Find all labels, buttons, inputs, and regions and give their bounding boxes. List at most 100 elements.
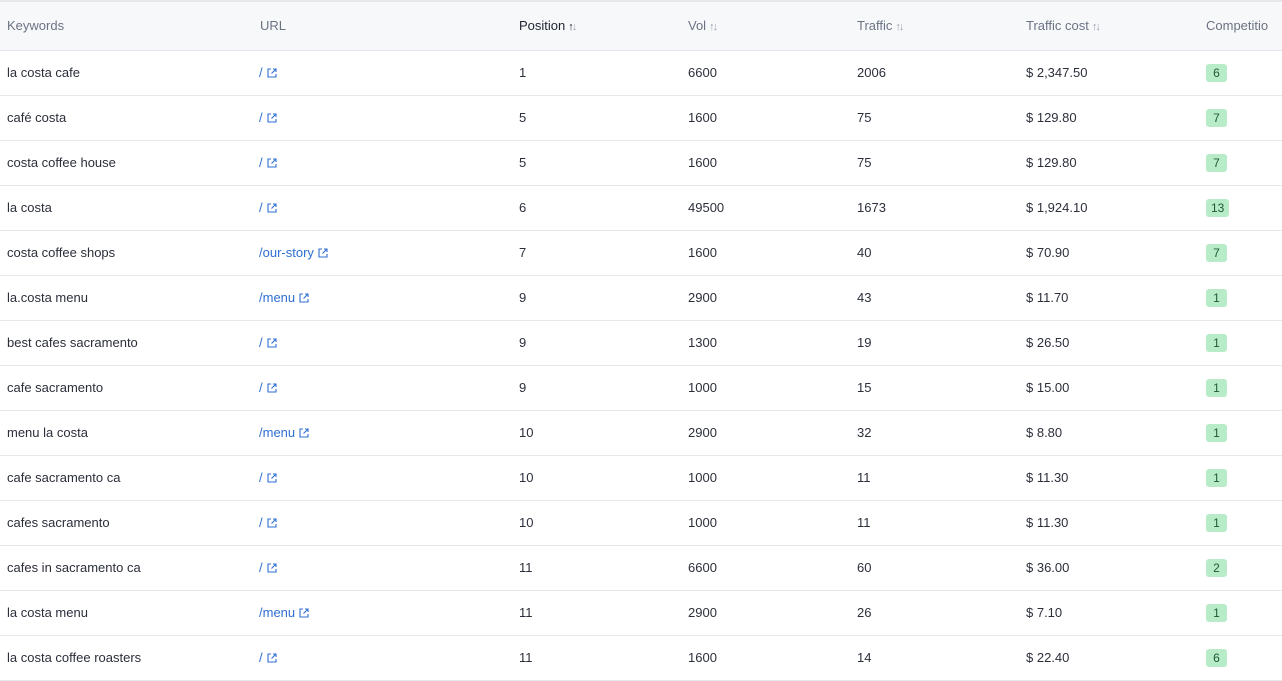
url-link[interactable]: /: [259, 65, 277, 80]
traffic-value: 75: [857, 155, 872, 170]
url-text: /: [259, 65, 263, 80]
url-link[interactable]: /: [259, 650, 277, 665]
external-link-icon[interactable]: [299, 427, 309, 438]
competition-cell: 1: [1199, 500, 1282, 546]
keyword-text: la.costa menu: [7, 290, 88, 305]
header-url[interactable]: URL: [253, 2, 512, 51]
url-cell: /menu: [253, 590, 512, 636]
traffic-cost-cell: $ 22.40: [1019, 635, 1199, 681]
url-text: /menu: [259, 425, 296, 440]
position-value: 11: [519, 650, 533, 665]
sort-icon[interactable]: ↑↓: [1092, 21, 1101, 33]
traffic-value: 11: [857, 470, 871, 485]
vol-cell: 1600: [681, 95, 850, 141]
vol-cell: 2900: [681, 410, 850, 456]
header-vol[interactable]: Vol ↑↓: [681, 2, 850, 51]
competition-badge: 6: [1206, 648, 1227, 667]
traffic-cost-value: $ 11.30: [1026, 470, 1069, 485]
external-link-icon[interactable]: [267, 517, 277, 528]
traffic-cell: 40: [850, 230, 1019, 276]
external-link-icon[interactable]: [267, 337, 277, 348]
traffic-cost-value: $ 70.90: [1026, 245, 1070, 260]
traffic-value: 32: [857, 425, 872, 440]
external-link-icon[interactable]: [267, 67, 277, 78]
external-link-icon[interactable]: [267, 472, 277, 483]
header-keywords[interactable]: Keywords: [0, 2, 253, 51]
url-text: /: [259, 560, 263, 575]
url-cell: /: [253, 500, 512, 546]
header-traffic-cost[interactable]: Traffic cost ↑↓: [1019, 2, 1199, 51]
keyword-text: costa coffee house: [7, 155, 116, 170]
traffic-cost-value: $ 2,347.50: [1026, 65, 1088, 80]
url-link[interactable]: /: [259, 560, 277, 575]
header-position-label: Position: [519, 18, 566, 34]
header-competition[interactable]: Competitio: [1199, 2, 1282, 51]
url-link[interactable]: /: [259, 515, 277, 530]
url-link[interactable]: /: [259, 110, 277, 125]
vol-cell: 1600: [681, 140, 850, 186]
position-value: 11: [519, 605, 533, 620]
position-cell: 11: [512, 590, 681, 636]
external-link-icon[interactable]: [318, 247, 328, 258]
keyword-cell: cafes sacramento: [0, 500, 253, 546]
sort-ascending-icon[interactable]: ↑↓: [568, 21, 577, 33]
external-link-icon[interactable]: [267, 202, 277, 213]
table-row: la costa coffee roasters / 11 1600 14 $ …: [0, 635, 1282, 681]
external-link-icon[interactable]: [299, 607, 309, 618]
traffic-cost-value: $ 129.80: [1026, 110, 1077, 125]
competition-cell: 1: [1199, 365, 1282, 411]
traffic-cost-cell: $ 26.50: [1019, 320, 1199, 366]
traffic-cost-value: $ 8.80: [1026, 425, 1063, 440]
keyword-cell: cafe sacramento: [0, 365, 253, 411]
header-traffic[interactable]: Traffic ↑↓: [850, 2, 1019, 51]
position-cell: 6: [512, 185, 681, 231]
url-link[interactable]: /: [259, 380, 277, 395]
external-link-icon[interactable]: [267, 652, 277, 663]
position-cell: 5: [512, 140, 681, 186]
traffic-cell: 11: [850, 500, 1019, 546]
traffic-cost-value: $ 1,924.10: [1026, 200, 1088, 215]
sort-icon[interactable]: ↑↓: [709, 21, 718, 33]
external-link-icon[interactable]: [267, 382, 277, 393]
url-text: /: [259, 650, 263, 665]
competition-cell: 2: [1199, 545, 1282, 591]
url-link[interactable]: /menu: [259, 605, 309, 620]
external-link-icon[interactable]: [267, 562, 277, 573]
url-link[interactable]: /: [259, 470, 277, 485]
competition-badge: 6: [1206, 63, 1227, 82]
external-link-icon[interactable]: [267, 157, 277, 168]
vol-value: 1000: [688, 380, 717, 395]
traffic-cost-value: $ 15.00: [1026, 380, 1070, 395]
traffic-cost-cell: $ 7.10: [1019, 590, 1199, 636]
url-link[interactable]: /menu: [259, 425, 309, 440]
header-position[interactable]: Position ↑↓: [512, 2, 681, 51]
competition-cell: 6: [1199, 635, 1282, 681]
traffic-cost-cell: $ 1,924.10: [1019, 185, 1199, 231]
vol-value: 1600: [688, 650, 717, 665]
traffic-value: 15: [857, 380, 872, 395]
header-traffic-cost-label: Traffic cost: [1026, 18, 1089, 34]
competition-badge: 13: [1206, 198, 1230, 217]
external-link-icon[interactable]: [267, 112, 277, 123]
url-link[interactable]: /: [259, 335, 277, 350]
table-row: costa coffee house / 5 1600 75 $ 129.80 …: [0, 140, 1282, 186]
sort-icon[interactable]: ↑↓: [895, 21, 904, 33]
header-competition-label: Competitio: [1206, 18, 1269, 34]
vol-value: 1600: [688, 245, 717, 260]
position-cell: 7: [512, 230, 681, 276]
traffic-cost-value: $ 36.00: [1026, 560, 1070, 575]
vol-cell: 49500: [681, 185, 850, 231]
url-link[interactable]: /menu: [259, 290, 309, 305]
url-link[interactable]: /our-story: [259, 245, 328, 260]
table-row: la costa cafe / 1 6600 2006 $ 2,347.50 6: [0, 50, 1282, 96]
traffic-cost-cell: $ 15.00: [1019, 365, 1199, 411]
url-link[interactable]: /: [259, 155, 277, 170]
traffic-cost-cell: $ 2,347.50: [1019, 50, 1199, 96]
url-link[interactable]: /: [259, 200, 277, 215]
traffic-value: 60: [857, 560, 872, 575]
traffic-cell: 1673: [850, 185, 1019, 231]
external-link-icon[interactable]: [299, 292, 309, 303]
keyword-cell: cafes in sacramento ca: [0, 545, 253, 591]
competition-cell: 7: [1199, 95, 1282, 141]
vol-value: 6600: [688, 65, 717, 80]
